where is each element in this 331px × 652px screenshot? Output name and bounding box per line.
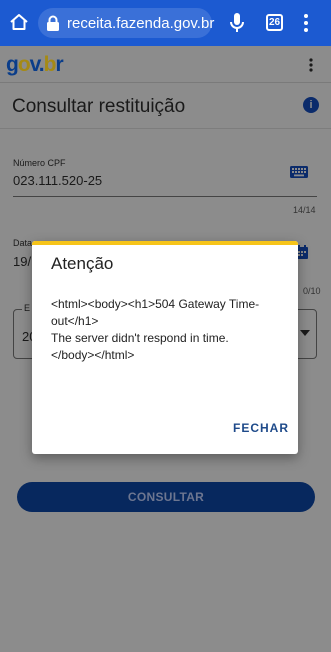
address-bar[interactable]: receita.fazenda.gov.br [38, 8, 215, 38]
year-select-label: E [22, 303, 33, 313]
url-text: receita.fazenda.gov.br [67, 14, 215, 32]
govbr-logo: gov.br [6, 53, 64, 76]
page-title: Consultar restituição [12, 96, 186, 117]
cpf-counter: 14/14 [293, 205, 316, 215]
dialog-message: <html><body><h1>504 Gateway Time- out</h… [51, 296, 287, 364]
date-label: Data [13, 238, 33, 248]
tab-switcher-button[interactable]: 26 [266, 14, 283, 31]
header-divider [0, 82, 331, 83]
date-input[interactable]: 19/ [13, 254, 31, 269]
cpf-label: Número CPF [13, 158, 66, 168]
info-icon[interactable]: i [303, 97, 319, 113]
date-counter: 0/10 [303, 286, 321, 296]
kebab-icon[interactable] [303, 13, 309, 33]
browser-toolbar: receita.fazenda.gov.br 26 [0, 0, 331, 46]
page-menu-icon[interactable] [309, 58, 313, 72]
cpf-underline [13, 196, 317, 197]
fechar-button[interactable]: FECHAR [233, 421, 289, 435]
cpf-input[interactable]: 023.111.520-25 [13, 173, 102, 188]
alert-dialog: Atenção <html><body><h1>504 Gateway Time… [32, 241, 298, 454]
dialog-message-line: </body></html> [51, 348, 135, 362]
dialog-message-line: The server didn't respond in time. [51, 331, 229, 345]
lock-icon [47, 15, 59, 31]
dialog-message-line: <html><body><h1>504 Gateway Time- [51, 297, 260, 311]
title-divider [0, 128, 331, 129]
keyboard-icon[interactable] [290, 166, 308, 178]
mic-icon[interactable] [229, 12, 245, 34]
dialog-accent-bar [32, 241, 298, 245]
dialog-title: Atenção [51, 254, 114, 273]
home-icon[interactable] [9, 12, 29, 32]
consultar-button[interactable]: CONSULTAR [17, 482, 315, 512]
dialog-message-line: out</h1> [51, 314, 99, 328]
chevron-down-icon[interactable] [300, 330, 310, 336]
